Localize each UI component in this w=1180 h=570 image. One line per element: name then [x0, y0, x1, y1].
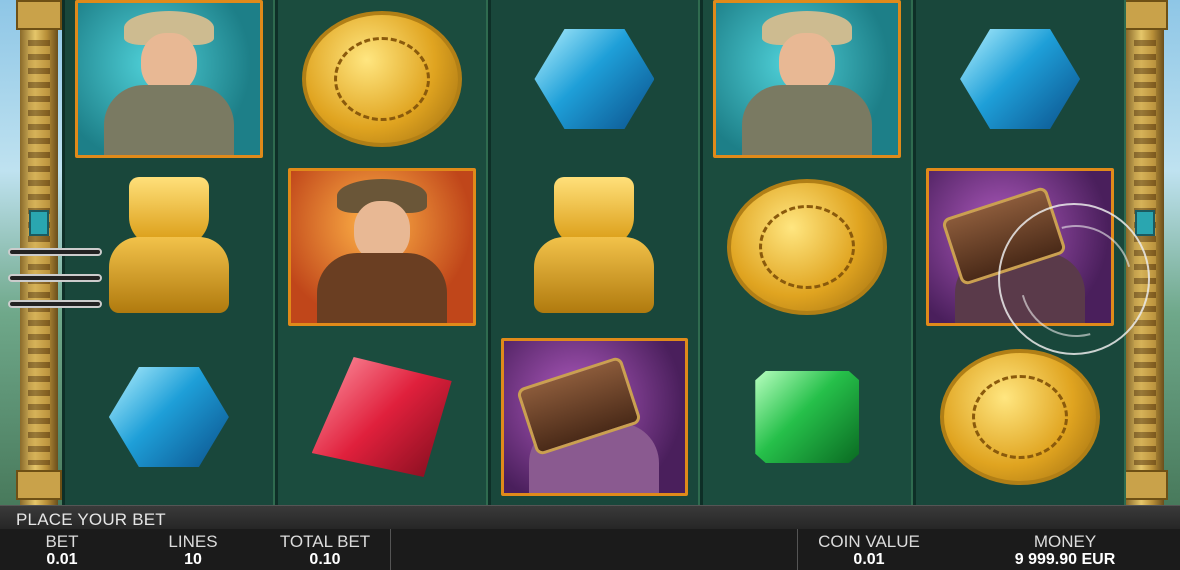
explorer-woman-symbol	[75, 0, 263, 158]
bet-control[interactable]: BET 0.01	[22, 533, 102, 569]
bottom-bar: PLACE YOUR BET BET 0.01 LINES 10 TOTAL B…	[0, 505, 1180, 570]
gold-coin-icon	[940, 349, 1101, 485]
total-bet-display: TOTAL BET 0.10	[262, 533, 388, 569]
blue-gem-symbol	[75, 338, 263, 496]
status-message: PLACE YOUR BET	[16, 510, 166, 529]
menu-icon	[8, 248, 102, 256]
green-gem-icon	[755, 371, 860, 463]
reel-3	[487, 0, 701, 505]
blue-gem-icon	[960, 29, 1081, 129]
gold-coin-icon	[727, 179, 888, 315]
gold-coin-symbol	[713, 168, 901, 326]
total-bet-label: TOTAL BET	[279, 532, 371, 551]
explorer-man-symbol	[287, 168, 476, 326]
coin-value-label: COIN VALUE	[818, 532, 920, 551]
slot-game: PLACE YOUR BET BET 0.01 LINES 10 TOTAL B…	[0, 0, 1180, 570]
coin-value-control[interactable]: COIN VALUE 0.01	[800, 533, 938, 569]
money-label: MONEY	[1033, 532, 1097, 551]
pillar-gem-icon	[1135, 210, 1155, 236]
explorer-woman-symbol	[713, 0, 902, 158]
green-gem-symbol	[713, 338, 901, 496]
golden-idol-symbol	[501, 168, 689, 326]
status-strip: PLACE YOUR BET	[0, 505, 1180, 529]
total-bet-value: 0.10	[309, 551, 341, 568]
money-value: 9 999.90 EUR	[1014, 551, 1116, 568]
gold-coin-symbol	[288, 0, 476, 158]
money-display: MONEY 9 999.90 EUR	[1000, 533, 1130, 569]
reel-4	[700, 0, 914, 505]
divider	[390, 529, 391, 570]
blue-gem-icon	[534, 29, 655, 129]
red-gem-icon	[311, 357, 452, 477]
gold-coin-icon	[301, 11, 462, 147]
lines-control[interactable]: LINES 10	[148, 533, 238, 569]
coin-value-value: 0.01	[853, 551, 885, 568]
lines-value: 10	[184, 551, 202, 568]
blue-gem-icon	[108, 367, 229, 467]
pillar-gem-icon	[29, 210, 49, 236]
bet-value: 0.01	[46, 551, 78, 568]
blue-gem-symbol	[501, 0, 689, 158]
bet-label: BET	[45, 532, 79, 551]
reel-2	[274, 0, 488, 505]
lines-label: LINES	[168, 532, 218, 551]
divider	[797, 529, 798, 570]
blue-gem-symbol	[926, 0, 1114, 158]
red-gem-symbol	[288, 338, 476, 496]
reels	[62, 0, 1126, 505]
chest-carrier-symbol	[500, 338, 689, 496]
menu-button[interactable]	[8, 248, 104, 312]
gold-coin-symbol	[926, 338, 1114, 496]
spin-button[interactable]	[998, 203, 1150, 355]
